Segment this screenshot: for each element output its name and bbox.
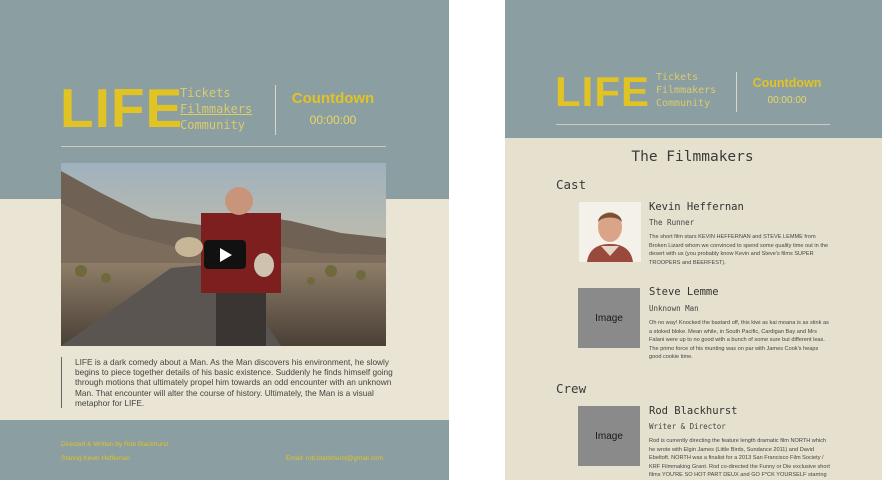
- person-bio-kevin: The short film stars KEVIN HEFFERNAN and…: [649, 234, 829, 266]
- countdown-title: Countdown: [291, 90, 375, 107]
- nav-filmmakers[interactable]: Filmmakers: [180, 101, 252, 117]
- header-divider: [275, 85, 276, 135]
- nav-community[interactable]: Community: [180, 117, 252, 133]
- nav-filmmakers-2[interactable]: Filmmakers: [656, 84, 716, 97]
- header-rule-2: [556, 124, 830, 125]
- person-bio-steve: Oh no way! Knocked the bastard off, this…: [649, 320, 829, 361]
- person-name-kevin: Kevin Heffernan: [649, 201, 744, 213]
- person-role-rod: Writer & Director: [649, 422, 726, 431]
- nav-tickets-2[interactable]: Tickets: [656, 71, 716, 84]
- home-page-mockup: LIFE Tickets Filmmakers Community Countd…: [0, 0, 449, 480]
- video-player[interactable]: [61, 163, 386, 346]
- main-nav: Tickets Filmmakers Community: [180, 85, 252, 133]
- contact-email[interactable]: Email: rob.blackhurst@gmail.com: [286, 455, 383, 462]
- countdown-timer-2: 00:00:00: [767, 95, 807, 106]
- film-description: LIFE is a dark comedy about a Man. As th…: [61, 357, 393, 409]
- person-role-kevin: The Runner: [649, 218, 695, 227]
- person-bio-rod: Rod is currently directing the feature l…: [649, 438, 830, 479]
- footer-band: [0, 420, 449, 480]
- person-name-rod: Rod Blackhurst: [649, 405, 738, 417]
- page-title: The Filmmakers: [631, 149, 754, 165]
- nav-community-2[interactable]: Community: [656, 97, 716, 110]
- steve-lemme-photo-placeholder: Image: [578, 288, 640, 348]
- credit-director: Directed & Written by Rob Blackhurst: [61, 441, 169, 448]
- credit-star: Staring Kevin Heffernan: [61, 455, 130, 462]
- play-icon[interactable]: [204, 240, 246, 269]
- main-nav-2: Tickets Filmmakers Community: [656, 71, 716, 110]
- countdown-title-2: Countdown: [752, 76, 822, 90]
- site-logo[interactable]: LIFE: [60, 80, 183, 136]
- kevin-heffernan-photo: [579, 202, 641, 262]
- nav-tickets[interactable]: Tickets: [180, 85, 252, 101]
- person-name-steve: Steve Lemme: [649, 286, 719, 298]
- site-logo-2[interactable]: LIFE: [555, 70, 650, 114]
- cast-heading: Cast: [556, 177, 587, 192]
- rod-blackhurst-photo-placeholder: Image: [578, 406, 640, 466]
- countdown-timer: 00:00:00: [309, 113, 357, 127]
- header-divider-2: [736, 72, 737, 112]
- crew-heading: Crew: [556, 381, 587, 396]
- header-rule: [61, 146, 386, 147]
- person-role-steve: Unknown Man: [649, 304, 699, 313]
